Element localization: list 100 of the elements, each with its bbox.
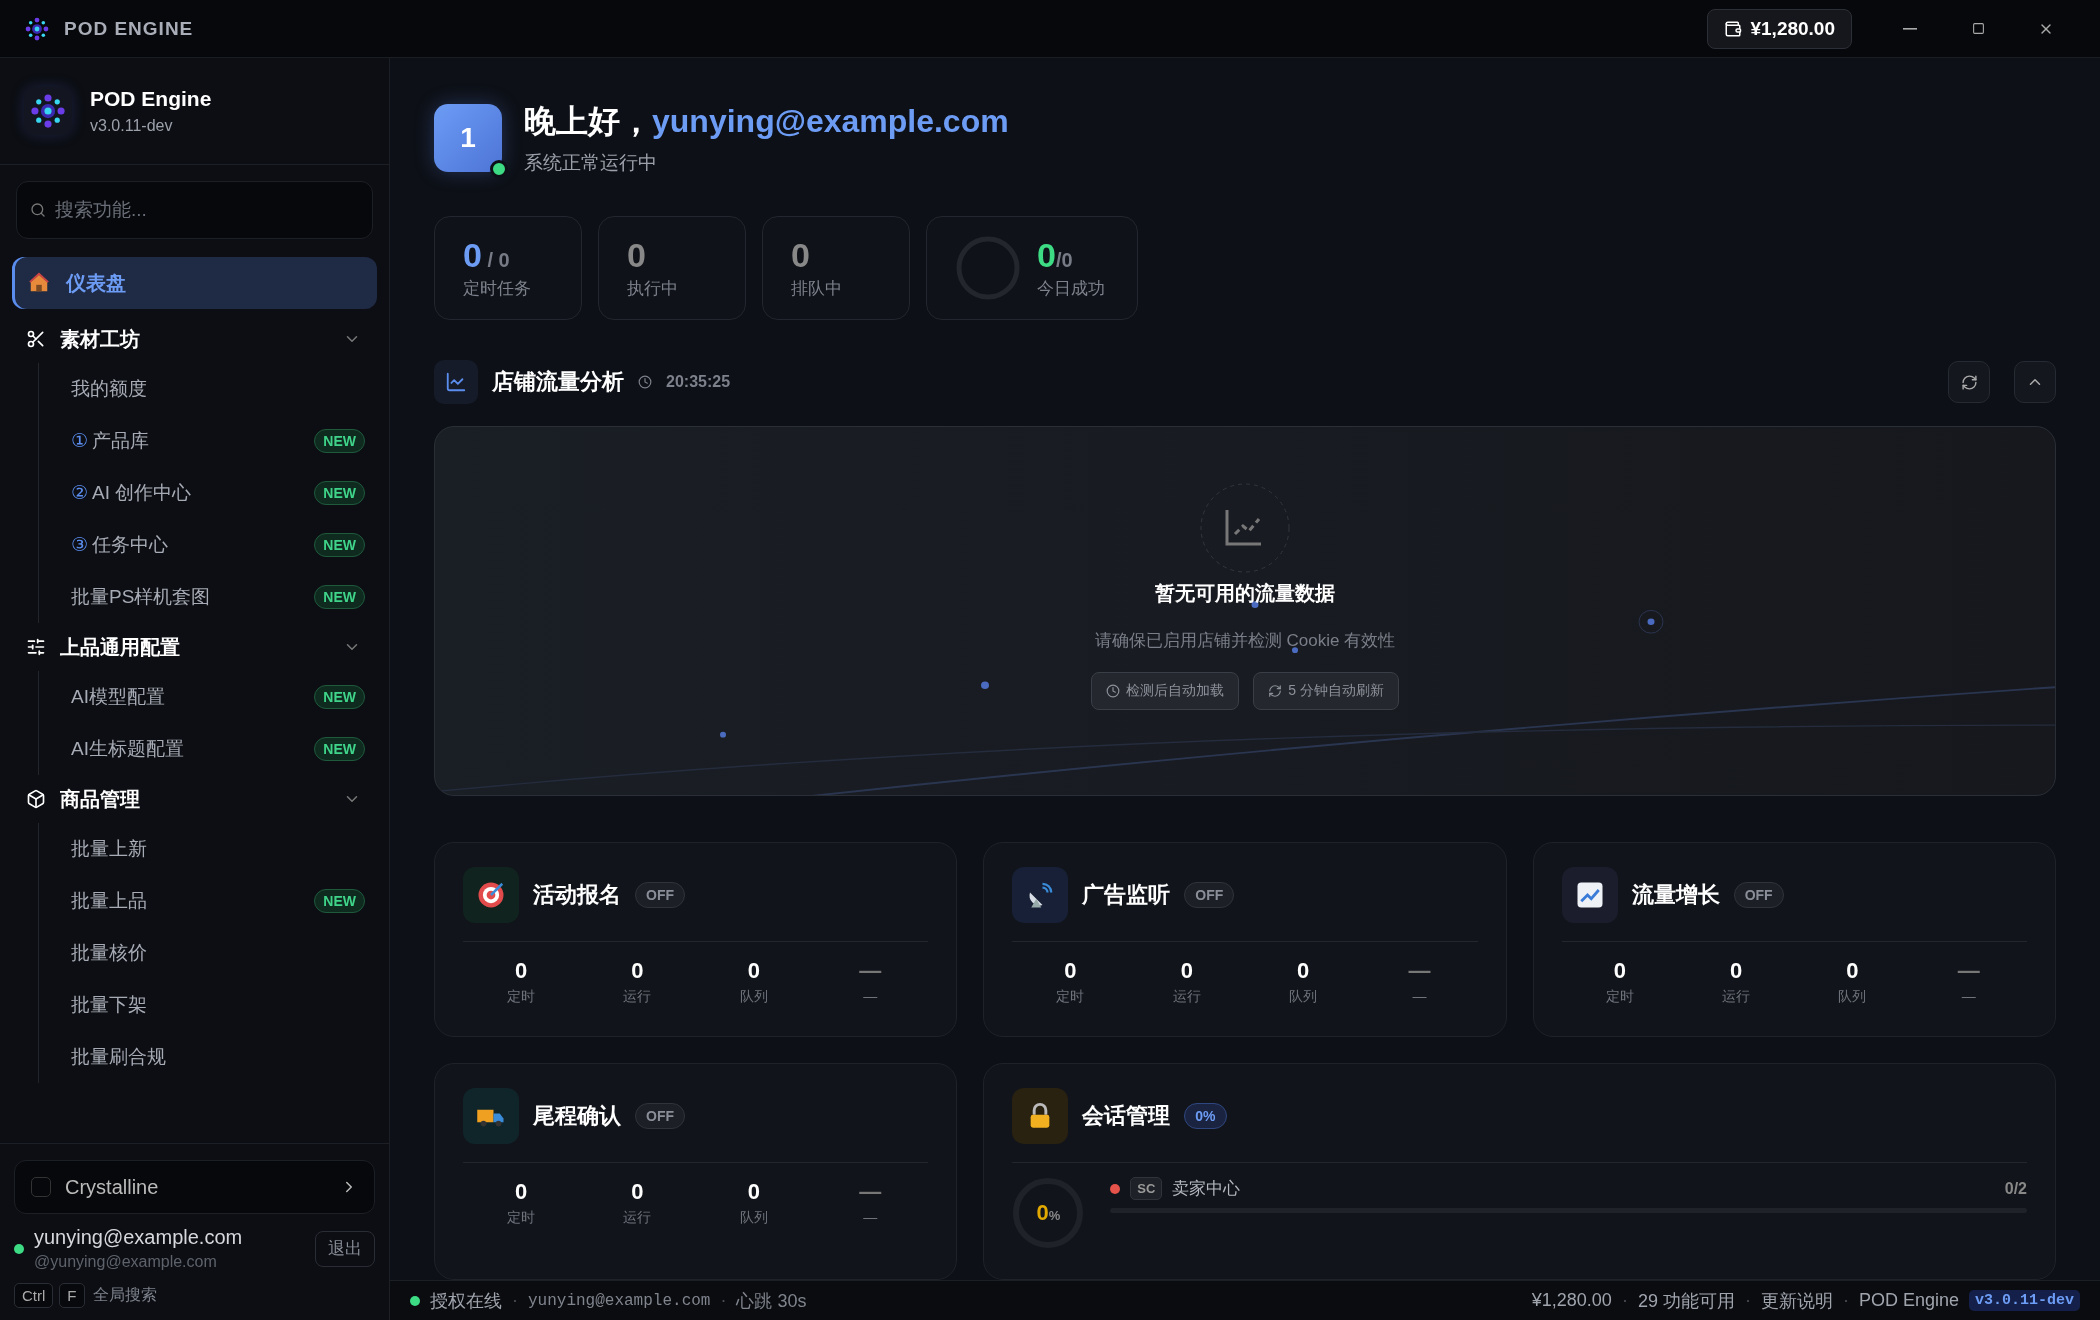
status-badge: OFF — [635, 1103, 685, 1129]
search-icon — [30, 202, 46, 218]
search-field[interactable]: 搜索功能... — [16, 181, 373, 239]
empty-title: 暂无可用的流量数据 — [1155, 581, 1335, 606]
refresh-button[interactable] — [1948, 361, 1990, 403]
stat-value: 0 — [627, 236, 646, 274]
nav-item[interactable]: AI模型配置 NEW — [39, 671, 377, 723]
metric-value: 0 — [1613, 958, 1626, 984]
session-label: 卖家中心 — [1172, 1178, 1242, 1200]
separator: · — [720, 1290, 727, 1311]
line-chart-icon — [445, 371, 467, 393]
stat-total: / 0 — [486, 249, 510, 271]
nav-group[interactable]: 素材工坊 — [12, 315, 377, 363]
status-text: yunying@example.com — [528, 1291, 711, 1310]
new-badge: NEW — [314, 429, 365, 453]
app-title: POD ENGINE — [64, 17, 194, 40]
nav-item[interactable]: ③ 任务中心 NEW — [39, 519, 377, 571]
shortcut-label: 全局搜索 — [92, 1285, 157, 1305]
balance-button[interactable]: ¥1,280.00 — [1707, 8, 1852, 49]
stat-label: 执行中 — [627, 278, 678, 300]
percent-badge: 0% — [1184, 1103, 1227, 1129]
metric-value: 0 — [631, 1179, 644, 1205]
metric-value: 0 — [1730, 958, 1743, 984]
metric-value: — — [859, 1179, 882, 1205]
logo-icon — [24, 15, 50, 42]
metric-value: — — [1957, 958, 1980, 984]
changelog-link[interactable]: 更新说明 — [1760, 1288, 1833, 1313]
nav-item[interactable]: 批量上品 NEW — [39, 875, 377, 927]
nav-item[interactable]: AI生标题配置 NEW — [39, 723, 377, 775]
nav-item[interactable]: 批量刷合规 — [39, 1031, 377, 1083]
stat-value: 0 — [791, 236, 810, 274]
user-handle: @yunying@example.com — [34, 1253, 218, 1271]
metric-value: 0 — [515, 958, 528, 984]
metric-value: 0 — [515, 1179, 528, 1205]
nav-item[interactable]: 批量PS样机套图 NEW — [39, 571, 377, 623]
group-icon — [26, 329, 46, 349]
greeting-title: 晚上好，yunying@example.com — [524, 102, 1009, 141]
card-title: 活动报名 — [533, 881, 621, 909]
nav-item[interactable]: ① 产品库 NEW — [39, 415, 377, 467]
nav-item[interactable]: 批量核价 — [39, 927, 377, 979]
brand-name: POD Engine — [90, 87, 212, 111]
metric-value: 0 — [1846, 958, 1859, 984]
nav-item[interactable]: 我的额度 — [39, 363, 377, 415]
nav-item[interactable]: 批量下架 — [39, 979, 377, 1031]
status-text: 系统正常运行中 — [524, 151, 658, 175]
metric-label: 定时 — [1056, 988, 1085, 1006]
clock-icon — [638, 375, 652, 389]
nav-group[interactable]: 上品通用配置 — [12, 623, 377, 671]
metric-label: 运行 — [623, 988, 652, 1006]
collapse-button[interactable] — [2014, 361, 2056, 403]
group-icon — [26, 637, 46, 657]
card-title: 广告监听 — [1082, 881, 1171, 909]
metric-label: 定时 — [507, 988, 536, 1006]
info-chip: 检测后自动加载 — [1091, 672, 1240, 710]
separator: · — [1842, 1290, 1849, 1311]
stat-value: 0 — [463, 236, 482, 274]
stat-label: 今日成功 — [1037, 278, 1105, 300]
metric-value: 0 — [1180, 958, 1193, 984]
section-title: 店铺流量分析 — [492, 368, 624, 396]
group-icon — [26, 789, 46, 809]
theme-selector[interactable]: Crystalline — [14, 1160, 375, 1214]
metric-label: 队列 — [1838, 988, 1867, 1006]
user-name: yunying@example.com — [34, 1226, 243, 1249]
refresh-icon — [1268, 684, 1283, 698]
logout-button[interactable]: 退出 — [315, 1230, 375, 1267]
info-chip: 5 分钟自动刷新 — [1253, 672, 1399, 710]
metric-label: 运行 — [623, 1209, 652, 1227]
status-badge: OFF — [1733, 882, 1784, 908]
stat-label: 定时任务 — [463, 278, 531, 300]
clock-icon — [1106, 684, 1121, 698]
metric-value: — — [859, 958, 882, 984]
metric-label: 定时 — [507, 1209, 536, 1227]
stat-value: 0 — [1037, 236, 1056, 274]
version-text: v3.0.11-dev — [90, 117, 174, 135]
nav-item[interactable]: ② AI 创作中心 NEW — [39, 467, 377, 519]
card-title: 尾程确认 — [533, 1102, 621, 1130]
nav-item[interactable]: 仪表盘 — [12, 257, 377, 309]
metric-label: 队列 — [739, 988, 768, 1006]
nav-item[interactable]: 批量上新 — [39, 823, 377, 875]
new-badge: NEW — [314, 585, 365, 609]
separator: · — [512, 1290, 518, 1311]
code-tag: SC — [1130, 1177, 1163, 1200]
new-badge: NEW — [314, 685, 365, 709]
metric-label: 运行 — [1722, 988, 1751, 1006]
new-badge: NEW — [314, 481, 365, 505]
metric-value: 0 — [631, 958, 644, 984]
card-title: 流量增长 — [1631, 881, 1720, 909]
status-text: 29 功能可用 — [1637, 1289, 1735, 1313]
separator: · — [1621, 1290, 1628, 1311]
refresh-icon — [1960, 373, 1978, 391]
status-text: 心跳 30s — [736, 1289, 807, 1313]
status-text: POD Engine — [1858, 1290, 1959, 1311]
metric-label: 运行 — [1172, 988, 1201, 1006]
empty-hint: 请确保已启用店铺并检测 Cookie 有效性 — [1094, 630, 1396, 652]
timestamp: 20:35:25 — [666, 373, 731, 391]
metric-label: 队列 — [739, 1209, 768, 1227]
chart-icon — [1199, 482, 1291, 574]
nav-group[interactable]: 商品管理 — [12, 775, 377, 823]
metric-value: — — [1408, 958, 1431, 984]
checkbox[interactable] — [31, 1177, 51, 1197]
